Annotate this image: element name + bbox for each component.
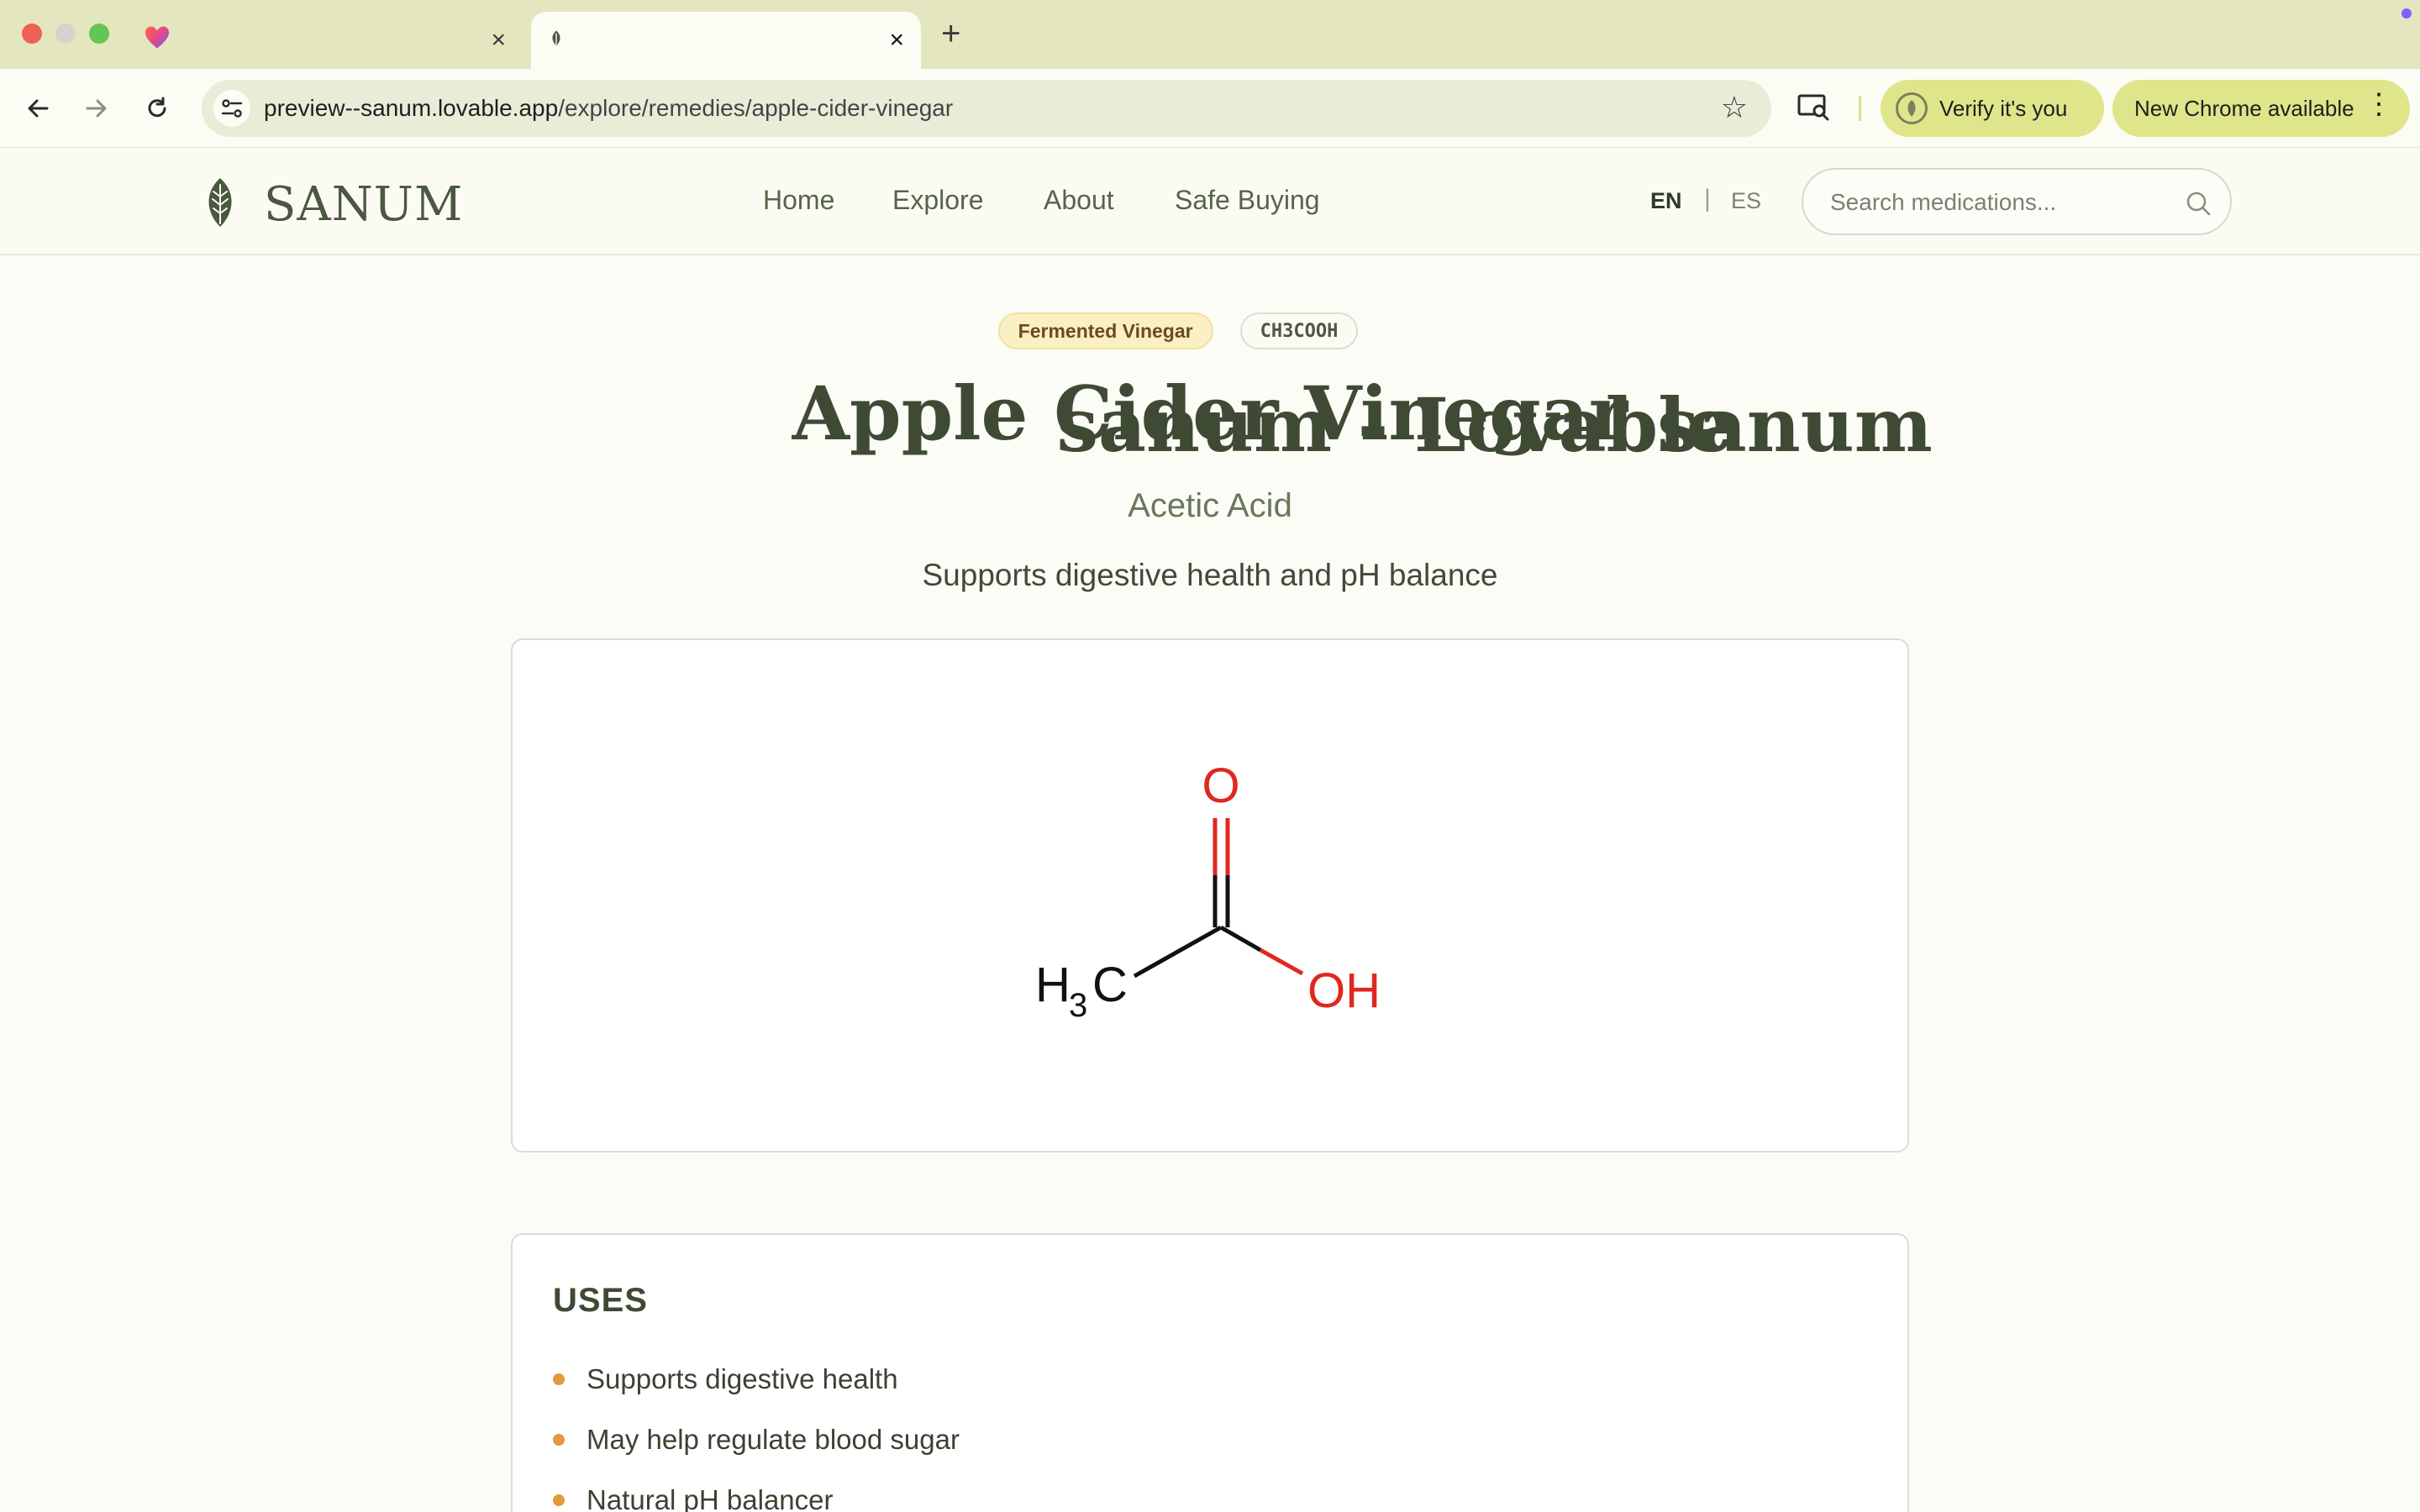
window-close-button[interactable] — [22, 24, 42, 44]
bullet-dot-icon — [553, 1373, 565, 1385]
uses-heading: USES — [553, 1282, 648, 1319]
methyl-carbon-bond — [1133, 925, 1223, 979]
close-tab-icon[interactable]: × — [491, 28, 506, 53]
use-text: Natural pH balancer — [587, 1484, 834, 1512]
profile-indicator — [2402, 8, 2412, 18]
uses-list: Supports digestive health May help regul… — [553, 1349, 960, 1512]
browser-tab-lovable[interactable]: sanum - Lovable × — [136, 12, 1733, 469]
profile-avatar-icon — [1896, 92, 1928, 124]
cast-search-icon[interactable] — [1797, 92, 1830, 127]
leaf-logo-icon — [202, 176, 239, 233]
use-text: May help regulate blood sugar — [587, 1424, 960, 1455]
brand-name: SANUM — [264, 177, 464, 232]
window-minimize-button[interactable] — [55, 24, 76, 44]
nav-explore-link[interactable]: Explore — [892, 185, 984, 216]
chrome-update-button[interactable]: New Chrome available ⋮ — [2112, 80, 2410, 137]
list-item: May help regulate blood sugar — [553, 1410, 960, 1470]
remedy-tagline: Supports digestive health and pH balance — [922, 558, 1498, 592]
bullet-dot-icon — [553, 1434, 565, 1446]
methyl-h-label: H — [1035, 958, 1071, 1012]
toolbar-divider — [1859, 96, 1861, 121]
brand-logo-link[interactable]: SANUM — [202, 176, 463, 233]
list-item: Natural pH balancer — [553, 1470, 960, 1512]
back-icon[interactable] — [18, 89, 57, 128]
verify-label: Verify it's you — [1939, 95, 2068, 121]
carbonyl-oxygen-label: O — [1202, 759, 1239, 813]
window-zoom-button[interactable] — [89, 24, 109, 44]
category-badge: Fermented Vinegar — [997, 312, 1213, 349]
medication-search-input[interactable] — [1830, 186, 2166, 218]
search-icon[interactable] — [2185, 190, 2212, 221]
close-tab-icon[interactable]: × — [889, 28, 904, 53]
language-divider: | — [1704, 185, 1711, 213]
browser-tab-sanum[interactable]: sanum × — [531, 12, 1933, 469]
verify-identity-button[interactable]: Verify it's you — [1881, 80, 2104, 137]
lovable-heart-icon — [145, 26, 170, 55]
more-vert-icon[interactable]: ⋮ — [2365, 90, 2393, 118]
medication-search-box[interactable] — [1802, 168, 2232, 235]
carbon-oxygen-bond-black — [1219, 925, 1262, 953]
site-header: SANUM Home Explore About Safe Buying EN … — [0, 148, 2420, 255]
reload-icon[interactable] — [138, 89, 176, 128]
update-label: New Chrome available — [2134, 95, 2354, 121]
nav-home-link[interactable]: Home — [763, 185, 834, 216]
language-en-button[interactable]: EN — [1650, 188, 1682, 214]
url-text: preview--sanum.lovable.app/explore/remed… — [264, 95, 953, 122]
url-path: /explore/remedies/apple-cider-vinegar — [558, 95, 954, 121]
methyl-c-label: C — [1092, 958, 1128, 1012]
nav-safe-buying-link[interactable]: Safe Buying — [1175, 185, 1320, 216]
site-settings-icon[interactable] — [213, 90, 250, 127]
use-text: Supports digestive health — [587, 1363, 898, 1394]
remedy-title: Apple Cider Vinegar — [792, 370, 1628, 457]
methyl-subscript-label: 3 — [1069, 987, 1087, 1024]
language-es-button[interactable]: ES — [1731, 188, 1761, 214]
new-tab-plus-icon[interactable]: + — [941, 15, 960, 53]
hydroxyl-label: OH — [1307, 963, 1381, 1018]
bullet-dot-icon — [553, 1494, 565, 1506]
url-host: preview--sanum.lovable.app — [264, 95, 559, 121]
remedy-badges: Fermented Vinegar CH3COOH — [0, 312, 2388, 349]
leaf-favicon-icon — [550, 29, 563, 53]
carbon-oxygen-bond-red — [1259, 948, 1304, 976]
browser-tab-strip: sanum - Lovable × sanum × + — [0, 0, 2420, 469]
bookmark-star-icon[interactable]: ☆ — [1721, 90, 1748, 125]
address-bar[interactable]: preview--sanum.lovable.app/explore/remed… — [202, 80, 1771, 137]
uses-card: USES Supports digestive health May help … — [511, 1233, 1909, 1512]
formula-badge: CH3COOH — [1239, 312, 1359, 349]
acetic-acid-structure-diagram: O OH H 3 C — [1035, 759, 1381, 1024]
compound-name: Acetic Acid — [1128, 487, 1292, 524]
nav-about-link[interactable]: About — [1044, 185, 1114, 216]
molecule-structure-card: O OH H 3 C — [511, 638, 1909, 1152]
forward-icon[interactable] — [77, 89, 116, 128]
list-item: Supports digestive health — [553, 1349, 960, 1410]
